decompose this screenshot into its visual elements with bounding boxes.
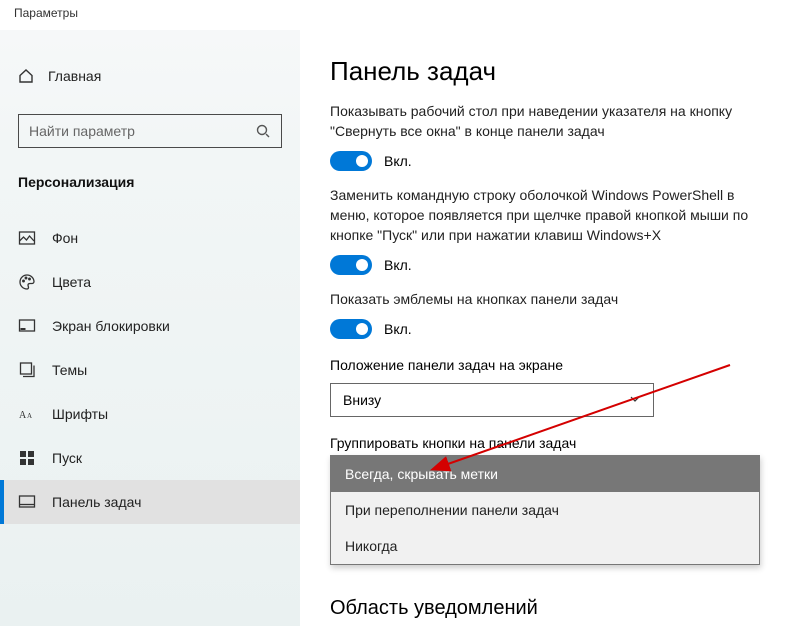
sidebar-item-colors[interactable]: Цвета (0, 260, 300, 304)
sidebar-item-label: Пуск (52, 450, 82, 466)
sidebar-item-fonts[interactable]: AA Шрифты (0, 392, 300, 436)
setting-peek-desktop: Показывать рабочий стол при наведении ук… (330, 101, 760, 171)
setting-powershell: Заменить командную строку оболочкой Wind… (330, 185, 760, 275)
sidebar-nav: Фон Цвета Экран блокировки (0, 216, 300, 524)
sidebar-item-label: Темы (52, 362, 87, 378)
taskbar-icon (18, 493, 36, 511)
dropdown-grouping[interactable]: Всегда, скрывать метки При переполнении … (330, 455, 760, 565)
dropdown-option-never[interactable]: Никогда (331, 528, 759, 564)
start-icon (18, 449, 36, 467)
sidebar-item-label: Фон (52, 230, 78, 246)
toggle-powershell[interactable] (330, 255, 372, 275)
setting-desc: Показать эмблемы на кнопках панели задач (330, 289, 760, 309)
sidebar-item-label: Экран блокировки (52, 318, 170, 334)
toggle-state: Вкл. (384, 257, 412, 273)
dropdown-option-overflow[interactable]: При переполнении панели задач (331, 492, 759, 528)
palette-icon (18, 273, 36, 291)
dropdown-option-always[interactable]: Всегда, скрывать метки (331, 456, 759, 492)
svg-text:A: A (27, 412, 32, 420)
sidebar-item-background[interactable]: Фон (0, 216, 300, 260)
page-title: Панель задач (330, 56, 800, 87)
sidebar-item-themes[interactable]: Темы (0, 348, 300, 392)
setting-badges: Показать эмблемы на кнопках панели задач… (330, 289, 760, 339)
window-title: Параметры (0, 0, 800, 30)
toggle-state: Вкл. (384, 321, 412, 337)
select-taskbar-position[interactable]: Внизу (330, 383, 654, 417)
search-input[interactable] (29, 123, 255, 139)
toggle-peek-desktop[interactable] (330, 151, 372, 171)
setting-desc: Заменить командную строку оболочкой Wind… (330, 185, 760, 245)
sidebar-item-label: Шрифты (52, 406, 108, 422)
home-label: Главная (48, 68, 101, 84)
setting-desc: Показывать рабочий стол при наведении ук… (330, 101, 760, 141)
lockscreen-icon (18, 317, 36, 335)
main-panel: Панель задач Показывать рабочий стол при… (300, 30, 800, 626)
toggle-state: Вкл. (384, 153, 412, 169)
home-icon (18, 68, 34, 84)
label-grouping: Группировать кнопки на панели задач (330, 435, 800, 451)
fonts-icon: AA (18, 405, 36, 423)
heading-notification-area: Область уведомлений (330, 597, 800, 620)
sidebar-item-lockscreen[interactable]: Экран блокировки (0, 304, 300, 348)
svg-text:A: A (19, 410, 27, 421)
chevron-down-icon (629, 392, 641, 408)
select-value: Внизу (343, 392, 381, 408)
section-heading-personalization: Персонализация (18, 174, 282, 190)
search-box[interactable] (18, 114, 282, 148)
label-taskbar-position: Положение панели задач на экране (330, 357, 800, 373)
toggle-badges[interactable] (330, 319, 372, 339)
search-icon (255, 123, 271, 139)
sidebar-item-label: Цвета (52, 274, 91, 290)
sidebar-item-label: Панель задач (52, 494, 141, 510)
themes-icon (18, 361, 36, 379)
sidebar-item-taskbar[interactable]: Панель задач (0, 480, 300, 524)
home-button[interactable]: Главная (18, 56, 282, 96)
sidebar-item-start[interactable]: Пуск (0, 436, 300, 480)
picture-icon (18, 229, 36, 247)
sidebar: Главная Персонализация Фон (0, 30, 300, 626)
